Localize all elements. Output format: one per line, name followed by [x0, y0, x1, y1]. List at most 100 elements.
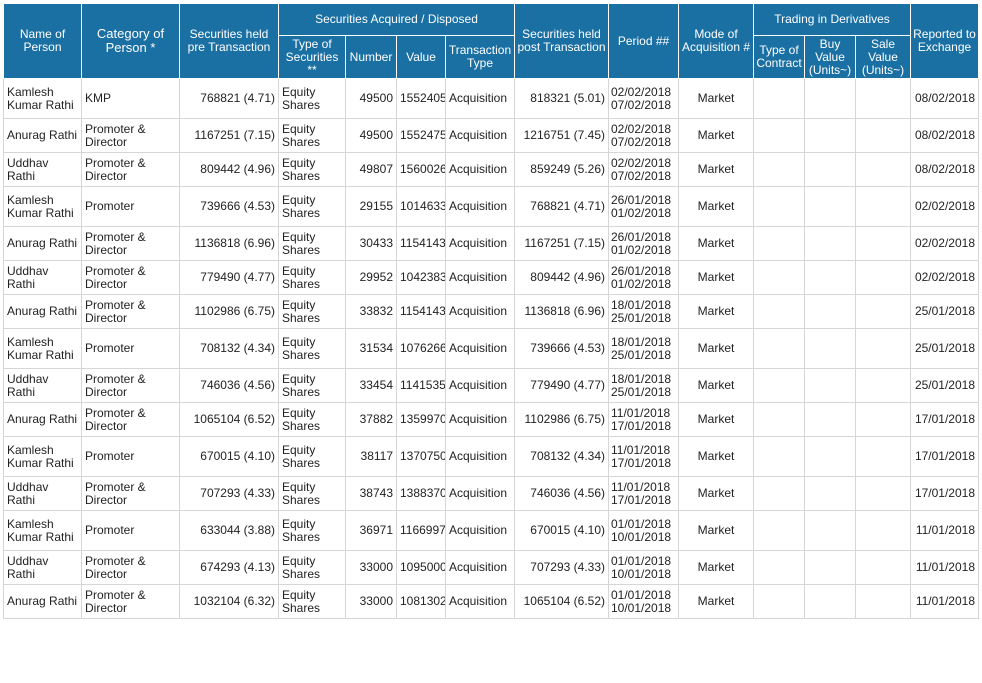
cell-buy-value [804, 226, 856, 261]
table-row: Kamlesh Kumar Rathi Promoter 670015 (4.1… [3, 436, 979, 477]
cell-category: Promoter & Director [81, 368, 180, 403]
cell-category: Promoter [81, 186, 180, 227]
period-from: 11/01/2018 [611, 442, 671, 457]
cell-sale-value [855, 402, 911, 437]
period-from: 01/01/2018 [611, 516, 672, 531]
cell-name: Anurag Rathi [3, 226, 82, 261]
cell-sale-value [855, 436, 911, 477]
cell-period: 18/01/2018 25/01/2018 [608, 294, 679, 329]
cell-sale-value [855, 294, 911, 329]
header-mode-of-acquisition: Mode of Acquisition # [678, 3, 754, 79]
cell-number: 33000 [345, 550, 397, 585]
cell-securities-post: 1216751 (7.45) [514, 118, 609, 153]
cell-number: 29952 [345, 260, 397, 295]
period-to: 01/02/2018 [611, 205, 672, 220]
cell-reported-to-exchange: 25/01/2018 [910, 328, 979, 369]
header-type-of-securities: Type of Securities ** [278, 35, 346, 79]
cell-mode-of-acquisition: Market [678, 550, 754, 585]
cell-transaction-type: Acquisition [445, 368, 515, 403]
cell-number: 33454 [345, 368, 397, 403]
header-value: Value [396, 35, 446, 79]
cell-sale-value [855, 550, 911, 585]
cell-period: 02/02/2018 07/02/2018 [608, 78, 679, 119]
cell-type-of-securities: Equity Shares [278, 476, 346, 511]
cell-period: 11/01/2018 17/01/2018 [608, 476, 679, 511]
cell-buy-value [804, 476, 856, 511]
cell-securities-pre: 1102986 (6.75) [179, 294, 279, 329]
cell-mode-of-acquisition: Market [678, 78, 754, 119]
cell-transaction-type: Acquisition [445, 118, 515, 153]
table-row: Uddhav Rathi Promoter & Director 809442 … [3, 152, 979, 187]
cell-category: Promoter & Director [81, 402, 180, 437]
cell-number: 49807 [345, 152, 397, 187]
cell-buy-value [804, 368, 856, 403]
cell-name: Uddhav Rathi [3, 368, 82, 403]
period-to: 17/01/2018 [611, 418, 672, 433]
header-category-of-person: Category of Person * [81, 3, 180, 79]
cell-type-of-securities: Equity Shares [278, 118, 346, 153]
cell-type-of-securities: Equity Shares [278, 260, 346, 295]
period-to: 10/01/2018 [611, 566, 672, 581]
cell-reported-to-exchange: 25/01/2018 [910, 368, 979, 403]
table-row: Uddhav Rathi Promoter & Director 779490 … [3, 260, 979, 295]
cell-name: Kamlesh Kumar Rathi [3, 328, 82, 369]
cell-sale-value [855, 186, 911, 227]
cell-type-of-contract [753, 368, 805, 403]
cell-sale-value [855, 328, 911, 369]
period-from: 02/02/2018 [611, 84, 672, 99]
cell-number: 33000 [345, 584, 397, 619]
table-row: Kamlesh Kumar Rathi Promoter 739666 (4.5… [3, 186, 979, 227]
cell-securities-pre: 768821 (4.71) [179, 78, 279, 119]
cell-period: 01/01/2018 10/01/2018 [608, 550, 679, 585]
cell-buy-value [804, 260, 856, 295]
period-to: 07/02/2018 [611, 168, 672, 183]
table-row: Kamlesh Kumar Rathi Promoter 633044 (3.8… [3, 510, 979, 551]
period-from: 02/02/2018 [611, 155, 672, 170]
cell-buy-value [804, 510, 856, 551]
cell-transaction-type: Acquisition [445, 186, 515, 227]
cell-category: Promoter [81, 510, 180, 551]
header-name-of-person: Name of Person [3, 3, 82, 79]
cell-type-of-securities: Equity Shares [278, 186, 346, 227]
header-transaction-type: Transaction Type [445, 35, 515, 79]
cell-buy-value [804, 118, 856, 153]
period-to: 07/02/2018 [611, 134, 672, 149]
cell-reported-to-exchange: 11/01/2018 [910, 510, 979, 551]
cell-number: 49500 [345, 118, 397, 153]
cell-mode-of-acquisition: Market [678, 294, 754, 329]
cell-period: 26/01/2018 01/02/2018 [608, 186, 679, 227]
cell-transaction-type: Acquisition [445, 584, 515, 619]
cell-category: Promoter & Director [81, 118, 180, 153]
period-to: 17/01/2018 [611, 455, 672, 470]
cell-securities-post: 768821 (4.71) [514, 186, 609, 227]
cell-reported-to-exchange: 08/02/2018 [910, 78, 979, 119]
cell-sale-value [855, 152, 911, 187]
period-from: 01/01/2018 [611, 553, 672, 568]
cell-mode-of-acquisition: Market [678, 584, 754, 619]
cell-value: 1076266 [396, 328, 446, 369]
cell-category: Promoter [81, 436, 180, 477]
cell-number: 29155 [345, 186, 397, 227]
table-row: Anurag Rathi Promoter & Director 1167251… [3, 118, 979, 153]
cell-type-of-securities: Equity Shares [278, 510, 346, 551]
cell-mode-of-acquisition: Market [678, 436, 754, 477]
cell-securities-pre: 739666 (4.53) [179, 186, 279, 227]
cell-transaction-type: Acquisition [445, 550, 515, 585]
cell-type-of-contract [753, 550, 805, 585]
cell-name: Anurag Rathi [3, 118, 82, 153]
period-to: 17/01/2018 [611, 492, 672, 507]
cell-securities-pre: 1136818 (6.96) [179, 226, 279, 261]
cell-value: 1166997 [396, 510, 446, 551]
cell-transaction-type: Acquisition [445, 510, 515, 551]
cell-securities-post: 809442 (4.96) [514, 260, 609, 295]
cell-mode-of-acquisition: Market [678, 510, 754, 551]
cell-buy-value [804, 402, 856, 437]
cell-transaction-type: Acquisition [445, 226, 515, 261]
cell-number: 30433 [345, 226, 397, 261]
cell-category: Promoter & Director [81, 226, 180, 261]
cell-reported-to-exchange: 17/01/2018 [910, 402, 979, 437]
cell-securities-post: 746036 (4.56) [514, 476, 609, 511]
table-row: Uddhav Rathi Promoter & Director 746036 … [3, 368, 979, 403]
cell-securities-post: 1102986 (6.75) [514, 402, 609, 437]
cell-name: Anurag Rathi [3, 294, 82, 329]
